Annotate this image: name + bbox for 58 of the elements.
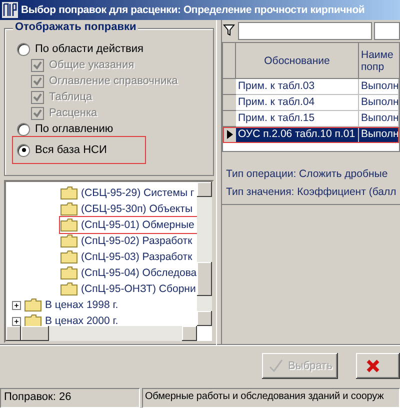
option-label: Таблица bbox=[49, 91, 92, 103]
table-cell[interactable]: Выполн bbox=[359, 127, 399, 143]
folder-icon bbox=[60, 250, 78, 264]
vertical-scrollbar[interactable] bbox=[197, 182, 212, 326]
table-cell[interactable]: Прим. к табл.15 bbox=[236, 111, 359, 127]
table-cell[interactable]: Выполн bbox=[359, 111, 399, 127]
expand-icon[interactable] bbox=[12, 316, 21, 326]
filter-icon[interactable] bbox=[222, 22, 236, 38]
radio-button[interactable] bbox=[17, 122, 30, 136]
table-cell[interactable]: Прим. к табл.03 bbox=[236, 79, 359, 95]
folder-icon bbox=[60, 282, 78, 296]
tree-item[interactable]: (СпЦ-95-02) Разработк bbox=[60, 233, 192, 249]
tree-item[interactable]: В ценах 1998 г. bbox=[12, 297, 118, 313]
cancel-button[interactable] bbox=[356, 352, 400, 378]
app-logo-icon bbox=[2, 2, 18, 18]
window-title: Выбор поправок для расценки: Определение прочности кирпичной bbox=[0, 0, 400, 20]
row-indicator[interactable] bbox=[223, 127, 236, 143]
table-cell[interactable]: Выполн bbox=[359, 95, 399, 111]
option-label: По области действия bbox=[35, 43, 144, 55]
folder-icon bbox=[60, 186, 78, 200]
option-label: Оглавление справочника bbox=[49, 75, 178, 87]
status-text: Поправок: 26 bbox=[0, 388, 140, 408]
current-row-icon bbox=[226, 130, 232, 139]
option-label: Вся база НСИ bbox=[35, 144, 107, 156]
catalog-tree[interactable]: (СБЦ-95-29) Системы г (СБЦ-95-30п) Объекты (СпЦ-95-01) Обмерные (СпЦ-95-02) Разработк (СпЦ-95-03) Разработк (СпЦ-95-04) Обследова (СпЦ-95-ОНЗТ) Сборни В ценах 1998 г. В ценах 2000 г. bbox=[4, 180, 214, 343]
horizontal-scrollbar[interactable] bbox=[6, 326, 197, 341]
splitter-bar[interactable] bbox=[216, 20, 222, 345]
option-label: Расценка bbox=[49, 107, 98, 119]
tree-item[interactable]: (СпЦ-95-03) Разработк bbox=[60, 249, 192, 265]
table-cell[interactable]: Выполн bbox=[359, 79, 399, 95]
table-cell[interactable]: Прим. к табл.04 bbox=[236, 95, 359, 111]
folder-icon bbox=[60, 218, 78, 232]
folder-icon bbox=[24, 314, 42, 328]
tree-item[interactable]: (СБЦ-95-30п) Объекты bbox=[60, 201, 192, 217]
option-label: По оглавлению bbox=[35, 123, 114, 135]
checkmark-icon bbox=[268, 358, 284, 372]
folder-icon bbox=[60, 202, 78, 216]
folder-icon bbox=[24, 298, 42, 312]
filter-field[interactable] bbox=[238, 22, 372, 40]
tree-item[interactable]: (СпЦ-95-ОНЗТ) Сборни bbox=[60, 281, 196, 297]
folder-icon bbox=[60, 266, 78, 280]
option-label: Общие указания bbox=[49, 59, 134, 71]
column-header[interactable]: Наиме попр bbox=[359, 43, 399, 79]
tree-item[interactable]: (СпЦ-95-01) Обмерные bbox=[60, 217, 198, 233]
radio-button[interactable] bbox=[17, 42, 30, 56]
table-cell[interactable]: ОУС п.2.06 табл.10 п.01 bbox=[236, 127, 359, 143]
expand-icon[interactable] bbox=[12, 300, 21, 310]
close-icon bbox=[366, 358, 380, 372]
status-text: Обмерные работы и обследования зданий и сооруж bbox=[142, 388, 400, 408]
detail-text: Тип значения: Коэффициент (балл bbox=[226, 186, 396, 198]
column-header[interactable]: Обоснование bbox=[236, 43, 359, 79]
folder-icon bbox=[60, 234, 78, 248]
radio-button[interactable] bbox=[17, 144, 30, 156]
tree-item[interactable]: (СпЦ-95-04) Обследова bbox=[60, 265, 197, 281]
tree-item[interactable]: (СБЦ-95-29) Системы г bbox=[60, 185, 194, 201]
group-title: Отображать поправки bbox=[13, 21, 138, 33]
filter-field[interactable] bbox=[374, 22, 400, 40]
detail-text: Тип операции: Сложить дробные bbox=[226, 168, 389, 180]
